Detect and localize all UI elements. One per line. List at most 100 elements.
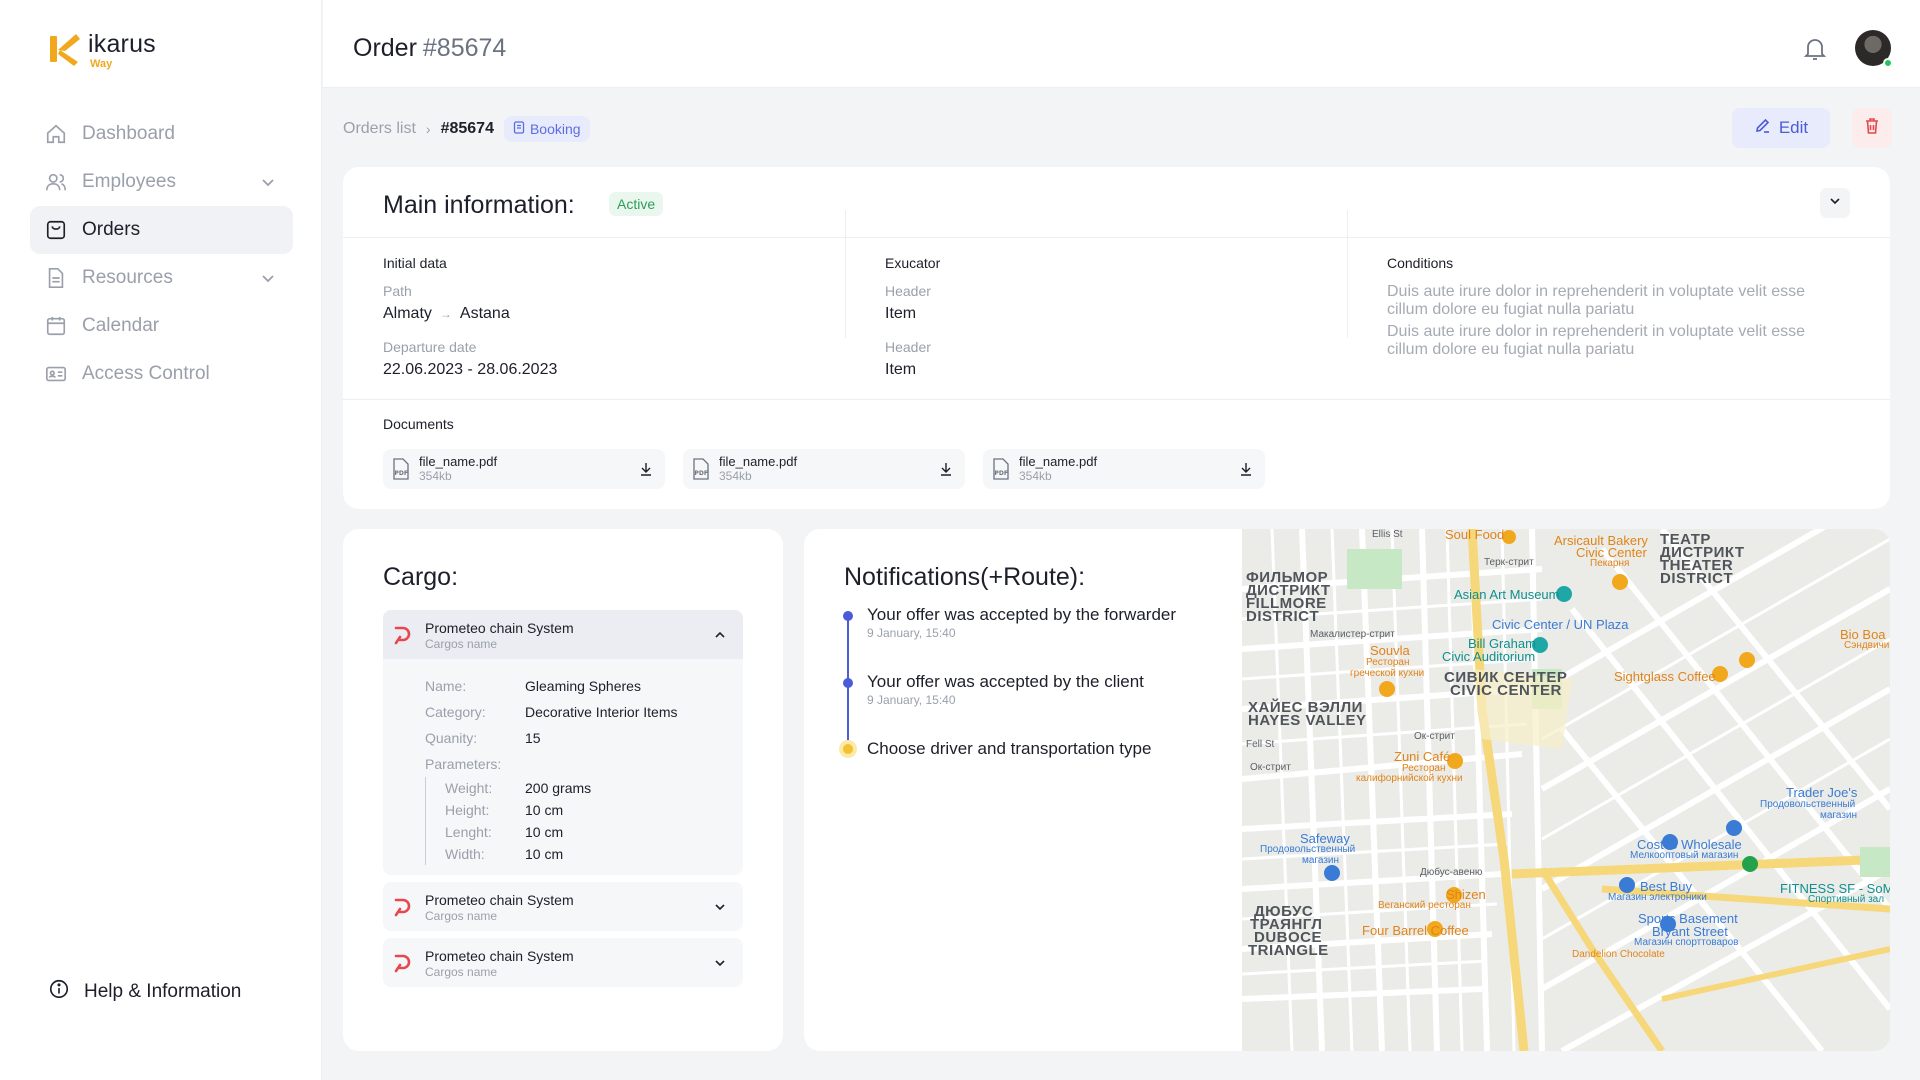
map-label: Мелкооптовый магазин xyxy=(1630,850,1739,861)
map-label: Пекарня xyxy=(1590,558,1630,569)
sidebar-item-employees[interactable]: Employees xyxy=(30,158,293,206)
cargo-item-header[interactable]: Prometeo chain System Cargos name xyxy=(383,938,743,987)
map-label: Продовольственный xyxy=(1260,844,1356,855)
map-label: DISTRICT xyxy=(1660,570,1734,587)
column-divider xyxy=(1347,210,1348,338)
detail-value: 10 cm xyxy=(525,802,564,818)
orders-icon xyxy=(44,218,68,242)
map-label: Civic Auditorium xyxy=(1442,649,1536,664)
chevron-down-icon[interactable] xyxy=(713,956,727,975)
map-label: CIVIC CENTER xyxy=(1450,682,1562,699)
conditions-text: Duis aute irure dolor in reprehenderit i… xyxy=(1387,323,1806,358)
timeline-current-dot xyxy=(839,740,857,758)
download-icon[interactable] xyxy=(639,461,653,482)
map-label: Souvla xyxy=(1370,643,1410,658)
sidebar: ikarus Way Dashboard Employees Orders Re… xyxy=(0,0,322,1080)
sidebar-nav: Dashboard Employees Orders Resources Cal… xyxy=(30,110,293,398)
timeline-event-time: 9 January, 15:40 xyxy=(867,626,956,640)
sidebar-item-orders[interactable]: Orders xyxy=(30,206,293,254)
prometeo-logo-icon xyxy=(393,953,413,978)
main-information-header: Main information: Active xyxy=(343,167,1890,238)
document-file[interactable]: PDF file_name.pdf 354kb xyxy=(683,449,965,489)
detail-label: Category: xyxy=(425,704,486,720)
arrow-right-icon: → xyxy=(439,307,452,321)
map-label: HAYES VALLEY xyxy=(1248,712,1367,729)
breadcrumb: Orders list › #85674 Booking xyxy=(343,116,590,142)
sidebar-item-calendar[interactable]: Calendar xyxy=(30,302,293,350)
prometeo-logo-icon xyxy=(393,897,413,922)
users-icon xyxy=(44,170,68,194)
timeline-dot xyxy=(843,678,853,688)
download-icon[interactable] xyxy=(1239,461,1253,482)
sidebar-item-label: Resources xyxy=(82,267,173,288)
cargo-details: Name: Gleaming Spheres Category: Decorativ… xyxy=(383,659,743,875)
map-label: Fell St xyxy=(1246,739,1275,750)
map-label: Веганский ресторан xyxy=(1378,900,1471,911)
bell-icon[interactable] xyxy=(1803,36,1827,67)
svg-text:PDF: PDF xyxy=(695,470,708,477)
cargo-item: Prometeo chain System Cargos name xyxy=(383,882,743,931)
chevron-up-icon[interactable] xyxy=(713,628,727,647)
map-label: Ок-стрит xyxy=(1250,762,1291,773)
map-label: Asian Art Museum xyxy=(1454,587,1560,602)
download-icon[interactable] xyxy=(939,461,953,482)
cargo-name: Prometeo chain System xyxy=(425,892,574,908)
chevron-down-icon[interactable] xyxy=(261,270,275,292)
pencil-icon xyxy=(1754,117,1771,139)
breadcrumb-orders-list[interactable]: Orders list xyxy=(343,120,416,138)
page-title: Order #85674 xyxy=(353,34,506,63)
detail-label: Weight: xyxy=(445,780,493,796)
map-label: Ок-стрит xyxy=(1414,731,1455,742)
document-file[interactable]: PDF file_name.pdf 354kb xyxy=(983,449,1265,489)
map-label: магазин xyxy=(1820,810,1858,821)
brand-sub: Way xyxy=(90,58,113,70)
sidebar-item-access-control[interactable]: Access Control xyxy=(30,350,293,398)
path-label: Path xyxy=(383,283,412,299)
executor-header: Header xyxy=(885,283,931,299)
sidebar-item-label: Access Control xyxy=(82,363,210,384)
detail-label: Width: xyxy=(445,846,485,862)
cargo-title: Cargo: xyxy=(383,563,459,591)
detail-label: Height: xyxy=(445,802,490,818)
departure-date-label: Departure date xyxy=(383,339,477,355)
info-columns: Initial data Path Almaty → Astana Depart… xyxy=(383,255,1850,390)
map-label: Терк-стрит xyxy=(1484,557,1534,568)
delete-button[interactable] xyxy=(1852,108,1892,148)
main-information-title: Main information: xyxy=(383,191,575,219)
document-icon xyxy=(44,266,68,290)
help-label: Help & Information xyxy=(84,981,242,1002)
edit-button[interactable]: Edit xyxy=(1732,108,1830,148)
file-name: file_name.pdf xyxy=(719,454,798,469)
ikarus-logo-icon xyxy=(48,30,82,68)
cargo-card: Cargo: Prometeo chain System Cargos name… xyxy=(343,529,783,1051)
cargo-subtitle: Cargos name xyxy=(425,965,498,979)
detail-value: Decorative Interior Items xyxy=(525,704,678,720)
notifications-title: Notifications(+Route): xyxy=(844,563,1086,591)
chevron-down-icon[interactable] xyxy=(261,174,275,196)
initial-data-title: Initial data xyxy=(383,255,447,271)
file-size: 354kb xyxy=(419,469,452,483)
info-icon xyxy=(48,978,70,1006)
sidebar-item-resources[interactable]: Resources xyxy=(30,254,293,302)
cargo-item: Prometeo chain System Cargos name xyxy=(383,938,743,987)
timeline-event-text: Your offer was accepted by the client xyxy=(867,672,1144,691)
brand-logo[interactable]: ikarus Way xyxy=(48,30,156,70)
detail-value: Gleaming Spheres xyxy=(525,678,641,694)
sidebar-item-label: Employees xyxy=(82,171,176,192)
sidebar-item-dashboard[interactable]: Dashboard xyxy=(30,110,293,158)
conditions-section: Conditions Duis aute irure dolor in repr… xyxy=(1387,255,1867,363)
cargo-item-header[interactable]: Prometeo chain System Cargos name xyxy=(383,610,743,659)
svg-text:PDF: PDF xyxy=(995,470,1008,477)
chevron-down-icon[interactable] xyxy=(713,900,727,919)
route-map[interactable]: Soul Food Arsicault Bakery Civic Center … xyxy=(1242,529,1890,1051)
help-link[interactable]: Help & Information xyxy=(48,978,241,1006)
detail-label: Name: xyxy=(425,678,467,694)
cargo-item-header[interactable]: Prometeo chain System Cargos name xyxy=(383,882,743,931)
svg-text:PDF: PDF xyxy=(395,470,408,477)
timeline-event-text: Your offer was accepted by the forwarder xyxy=(867,605,1177,624)
collapse-button[interactable] xyxy=(1820,188,1850,218)
path-value: Almaty → Astana xyxy=(383,305,863,323)
document-file[interactable]: PDF file_name.pdf 354kb xyxy=(383,449,665,489)
parameters-list: Weight: 200 grams Height: 10 cm Lenght: 10 … xyxy=(425,777,743,865)
booking-badge: Booking xyxy=(503,116,590,142)
